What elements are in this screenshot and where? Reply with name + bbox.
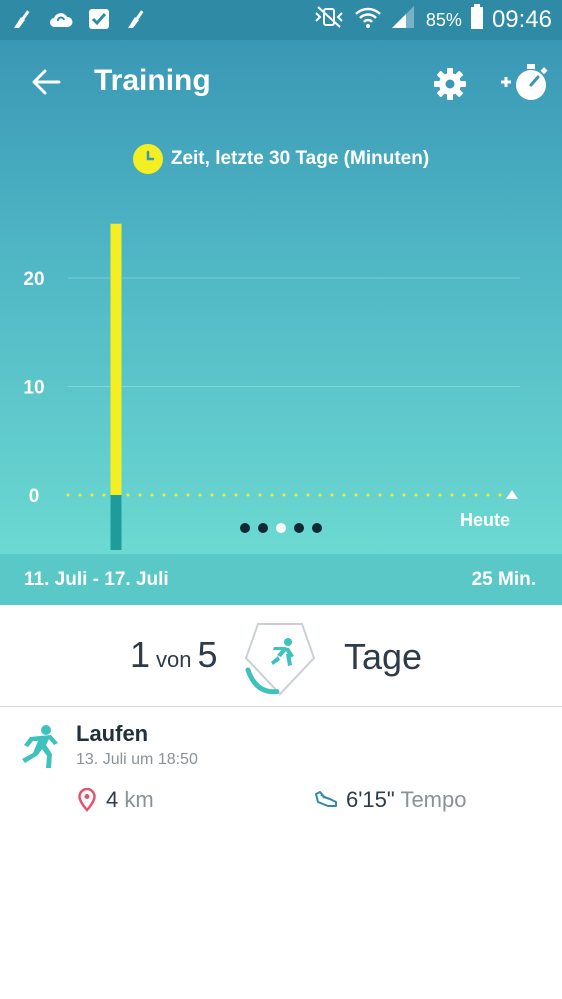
distance-unit: km [124,787,154,812]
clock-icon [132,144,163,174]
pager-dot[interactable] [312,523,322,533]
chart-title-row: Zeit, letzte 30 Tage (Minuten) [0,144,562,174]
goal-progress-row[interactable]: 1 von 5 Tage [0,606,562,707]
goal-target: 5 [197,634,218,675]
training-bar-chart: 0 10 20 [23,223,520,550]
battery-icon [470,4,484,36]
cloud-sync-icon [48,6,74,32]
goal-unit: Tage [344,636,423,677]
pager-dot[interactable] [258,523,268,533]
clock: 09:46 [491,6,552,33]
y-tick-label: 0 [29,486,40,507]
distance-value: 4 [106,787,119,812]
shoe-icon [315,791,337,807]
chart-panel[interactable]: Training Zeit, letzte 30 Tage (Minuten) … [0,40,562,554]
pace: 6'15" Tempo [314,787,466,813]
date-range: 11. Juli - 17. Juli [24,569,169,590]
y-tick-label: 20 [23,269,44,290]
bar [110,223,122,495]
page-title: Training [94,64,211,97]
pace-label: Tempo [400,787,467,812]
mute-vibrate-icon [312,5,346,35]
goal-of-word: von [156,647,192,672]
today-label: Heute [459,510,510,530]
distance: 4 km [78,787,154,813]
gear-icon [434,68,466,100]
activity-list-item[interactable]: Laufen 13. Juli um 18:50 4 km 6'15" Temp… [0,707,562,827]
notification-icons [10,6,150,32]
checkbox-icon [86,6,112,32]
goal-current: 1 [130,634,151,675]
signal-icon [390,4,418,36]
battery-percent: 85% [425,9,462,30]
pager-dot[interactable] [240,523,250,533]
back-arrow-icon [32,69,61,95]
app-bar: Training [0,40,562,124]
total-minutes: 25 Min. [471,569,536,590]
running-icon [22,725,58,768]
activity-datetime: 13. Juli um 18:50 [76,751,198,768]
add-exercise-button[interactable] [498,60,552,104]
goal-count: 1 von 5 [130,634,218,676]
activity-name: Laufen [76,721,149,746]
status-bar: 85% 09:46 [0,0,562,40]
wifi-icon [354,5,382,35]
settings-button[interactable] [430,64,470,104]
location-pin-icon [78,788,96,812]
goal-shield-icon [244,623,316,696]
cleaner-icon [124,6,150,32]
y-tick-label: 10 [23,378,44,399]
pager-dot[interactable] [294,523,304,533]
add-stopwatch-icon [501,64,548,100]
cleaner-icon [10,6,36,32]
pager-dot[interactable] [276,523,286,533]
today-marker-icon [506,490,518,499]
system-icons: 85% 09:46 [312,4,552,36]
chart-title: Zeit, letzte 30 Tage (Minuten) [170,148,430,169]
pace-value: 6'15" [346,787,395,812]
back-button[interactable] [26,62,66,102]
week-summary-bar: 11. Juli - 17. Juli 25 Min. [0,554,562,605]
